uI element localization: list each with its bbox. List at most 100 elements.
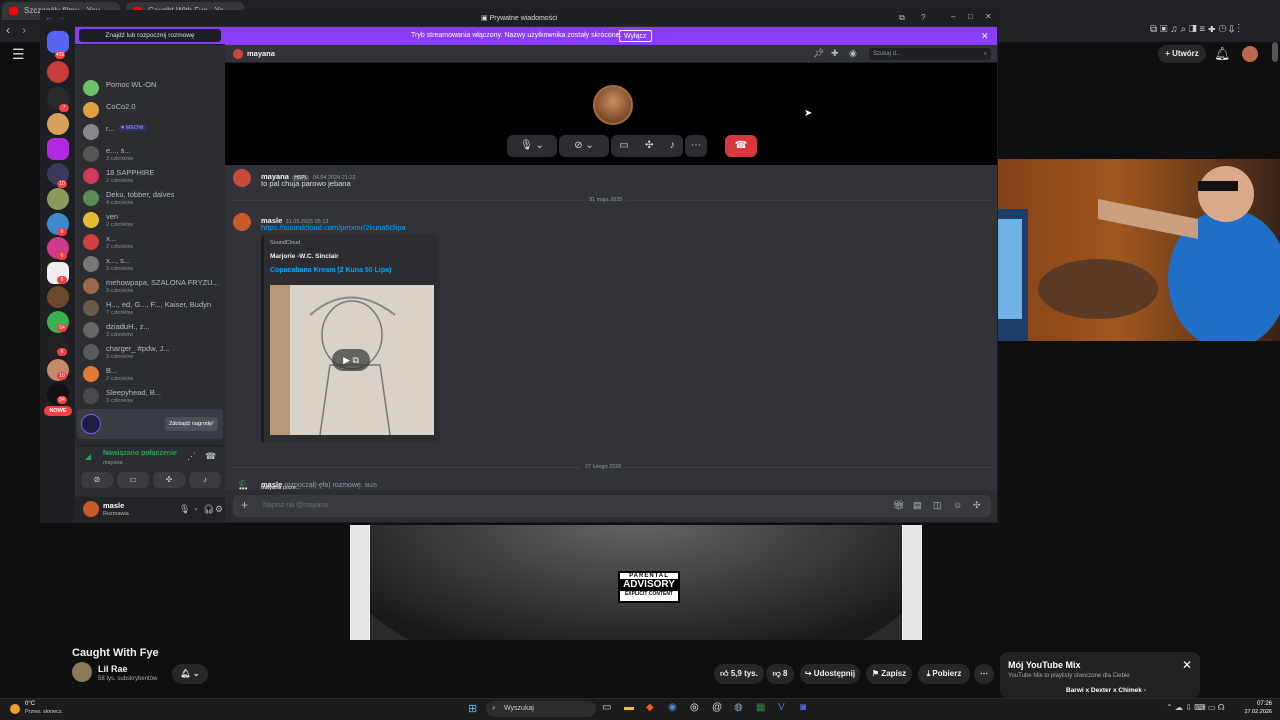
back-icon[interactable]: ← bbox=[45, 13, 53, 22]
microphone-icon[interactable]: 🎙︎ bbox=[179, 504, 190, 515]
weather-desc[interactable]: Przew. słonecz. bbox=[25, 709, 63, 715]
obs-icon[interactable]: ◎ bbox=[690, 702, 699, 713]
server-icon[interactable] bbox=[47, 61, 69, 83]
dm-item[interactable]: B... 2 członków bbox=[83, 365, 223, 385]
menu-icon[interactable]: ☰ bbox=[12, 46, 25, 63]
screenshare-button[interactable]: ▭ bbox=[117, 472, 149, 488]
start-icon[interactable]: ⊞ bbox=[468, 702, 477, 715]
steam-icon[interactable]: ◍ bbox=[734, 702, 743, 713]
embed-title[interactable]: Copacabana Kream (2 Kuna 50 Lipa) bbox=[270, 267, 391, 274]
camera-button[interactable]: ⊘ ⌄ bbox=[559, 135, 609, 157]
mute-button[interactable]: 🎙︎ ⌄ bbox=[507, 135, 557, 157]
close-icon[interactable]: ✕ bbox=[985, 12, 992, 21]
soundboard-button[interactable]: ♪ bbox=[189, 472, 221, 488]
find-conversation-button[interactable]: Znajdź lub rozpocznij rozmowę bbox=[79, 29, 221, 42]
dm-home-icon[interactable] bbox=[47, 31, 69, 53]
emoji-icon[interactable]: ☺ bbox=[953, 500, 962, 510]
minimize-icon[interactable]: – bbox=[951, 12, 955, 21]
clock-time[interactable]: 07:26 bbox=[1240, 701, 1272, 707]
dm-item[interactable]: e..., s... 3 członków bbox=[83, 145, 223, 165]
activities-icon[interactable]: ✣ bbox=[645, 135, 653, 157]
file-explorer-icon[interactable]: ▬ bbox=[624, 702, 634, 713]
chrome-icon[interactable]: ◉ bbox=[668, 702, 677, 713]
scrollbar[interactable] bbox=[1272, 42, 1278, 62]
camera-button[interactable]: ⊘ bbox=[81, 472, 113, 488]
hang-up-button[interactable]: ☎ bbox=[725, 135, 757, 157]
video-player[interactable]: PARENTAL ADVISORY EXPLICIT CONTENT bbox=[350, 525, 922, 640]
server-icon[interactable] bbox=[47, 138, 69, 160]
channel-name[interactable]: Lil Rae bbox=[98, 664, 128, 674]
play-button[interactable]: ▶ ⧉ bbox=[332, 349, 370, 371]
dm-item[interactable]: Sleepyhead, B... 3 członków bbox=[83, 387, 223, 407]
help-icon[interactable]: ? bbox=[921, 13, 925, 22]
dm-item[interactable]: mehowpapa, SZALONA FRYZU... 3 członków bbox=[83, 277, 223, 297]
save-button[interactable]: ⚑ Zapisz bbox=[866, 664, 912, 684]
close-icon[interactable]: ✕ bbox=[981, 27, 989, 45]
new-badge[interactable]: NOWE bbox=[44, 406, 72, 416]
more-button[interactable]: ⋯ bbox=[974, 664, 994, 684]
avatar[interactable] bbox=[233, 213, 251, 231]
task-view-icon[interactable]: ▭ bbox=[602, 702, 611, 713]
avatar[interactable] bbox=[233, 169, 251, 187]
embed-thumbnail[interactable]: ▶ ⧉ bbox=[270, 285, 434, 435]
gear-icon[interactable]: ⚙ bbox=[215, 504, 223, 515]
disconnect-icon[interactable]: ☎ bbox=[205, 451, 216, 462]
voice-channel[interactable]: mayana bbox=[103, 460, 123, 466]
channel-avatar[interactable] bbox=[72, 662, 92, 682]
vscode-icon[interactable]: V bbox=[778, 702, 785, 713]
plus-icon[interactable]: + bbox=[241, 498, 248, 512]
more-button[interactable]: ⋯ bbox=[685, 135, 707, 157]
server-icon[interactable] bbox=[47, 286, 69, 308]
gift-icon[interactable]: 🎁︎ bbox=[893, 500, 904, 511]
dm-item[interactable]: Deku, tobber, dalves 4 członków bbox=[83, 189, 223, 209]
weather-temp[interactable]: 0°C bbox=[25, 701, 35, 707]
headphones-icon[interactable]: 🎧︎ bbox=[203, 504, 214, 515]
mix-item[interactable]: Barwi x Dexter x Chimek - bbox=[1066, 687, 1146, 694]
claim-reward-button[interactable]: Zdobądź nagrodę! bbox=[165, 417, 218, 431]
account-avatar[interactable] bbox=[1242, 46, 1258, 62]
sticker-icon[interactable]: ◫ bbox=[933, 500, 942, 511]
notifications-button[interactable]: 🔔︎ ⌄ bbox=[172, 664, 208, 684]
forward-icon[interactable]: › bbox=[22, 23, 26, 37]
dm-item[interactable]: x..., s... 3 członków bbox=[83, 255, 223, 275]
dm-item[interactable]: r... ♥ MEOW bbox=[83, 123, 223, 143]
dm-item[interactable]: H..., ed, G..., F..., Kaiser, Budyn 7 czł… bbox=[83, 299, 223, 319]
add-friend-icon[interactable]: ✚ bbox=[831, 48, 839, 59]
screenshare-icon[interactable]: ▭ bbox=[619, 135, 628, 157]
like-button[interactable]: 👍︎ 5,9 tys. bbox=[714, 664, 764, 684]
dm-item[interactable]: ven 2 członków bbox=[83, 211, 223, 231]
message-input[interactable]: + Napisz na @mayana 🎁︎ ▤ ◫ ☺ ✣ bbox=[233, 495, 991, 517]
inbox-icon[interactable]: ⧉ bbox=[899, 13, 905, 23]
apps-icon[interactable]: ✣ bbox=[973, 500, 981, 511]
tray-icons[interactable]: ⌃ ☁ ⇩ ⌨ ▭ ☊ bbox=[1166, 703, 1225, 712]
dislike-button[interactable]: 👎︎ 8 bbox=[766, 664, 794, 684]
profile-icon[interactable]: ◉ bbox=[849, 48, 857, 59]
share-button[interactable]: ↪ Udostępnij bbox=[800, 664, 860, 684]
taskbar-search[interactable]: ⌕ Wyszukaj bbox=[486, 701, 596, 717]
dm-item[interactable]: charger_ #pdw, J... 3 członków bbox=[83, 343, 223, 363]
message-link[interactable]: https://soundcloud.com/petxmr/2kuna50lip… bbox=[261, 223, 406, 232]
forward-icon[interactable]: → bbox=[57, 13, 65, 22]
soundboard-icon[interactable]: ♪ bbox=[670, 135, 675, 157]
dm-item[interactable]: dziaduH., z... 3 członków bbox=[83, 321, 223, 341]
create-button[interactable]: + Utwórz bbox=[1158, 45, 1206, 63]
embed-author[interactable]: Marjorie -W.C. Sinclair bbox=[270, 253, 339, 260]
server-icon[interactable] bbox=[47, 188, 69, 210]
threads-icon[interactable]: @ bbox=[712, 702, 722, 713]
pin-icon[interactable]: 📌︎ bbox=[813, 48, 824, 59]
back-icon[interactable]: ‹ bbox=[6, 23, 10, 37]
dm-item[interactable]: Pomoc WL-ON bbox=[83, 79, 223, 99]
activities-button[interactable]: ✣ bbox=[153, 472, 185, 488]
discord-icon[interactable]: ◙ bbox=[800, 702, 806, 713]
search-input[interactable]: Szukaj d... ⌕ bbox=[869, 48, 991, 60]
close-icon[interactable]: ✕ bbox=[1182, 658, 1192, 672]
extensions-icon[interactable]: ⧉ ▣ ♫ ⌕ ◨ ≡ ✚ ◷ ⇩ ⋮ bbox=[1150, 24, 1240, 35]
avatar[interactable] bbox=[83, 501, 99, 517]
server-icon[interactable] bbox=[47, 113, 69, 135]
disable-streamer-button[interactable]: Wyłącz bbox=[619, 30, 652, 42]
clock-date[interactable]: 27.02.2026 bbox=[1240, 709, 1272, 715]
spreadsheet-icon[interactable]: ▦ bbox=[756, 702, 765, 713]
brave-icon[interactable]: ◆ bbox=[646, 702, 654, 713]
dm-item[interactable]: CoCo2.0 bbox=[83, 101, 223, 121]
download-button[interactable]: ⤓ Pobierz bbox=[918, 664, 970, 684]
